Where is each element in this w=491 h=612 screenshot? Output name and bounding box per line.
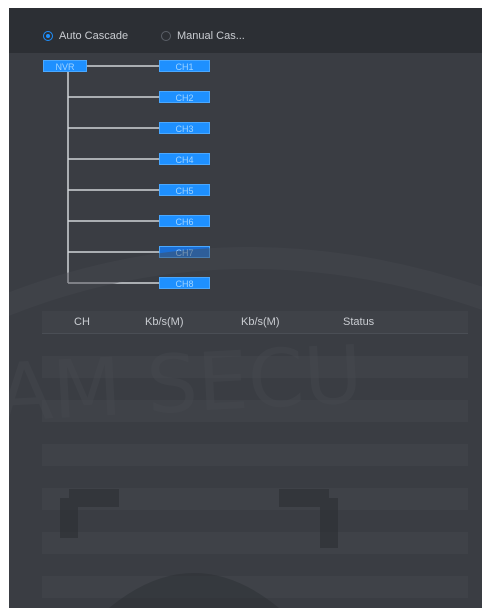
svg-text:AM SECU: AM SECU — [9, 328, 365, 440]
cascade-panel: Auto Cascade Manual Cas... NVR CH1 CH2 CH3… — [9, 8, 482, 608]
background-watermark: AM SECU — [9, 247, 482, 608]
